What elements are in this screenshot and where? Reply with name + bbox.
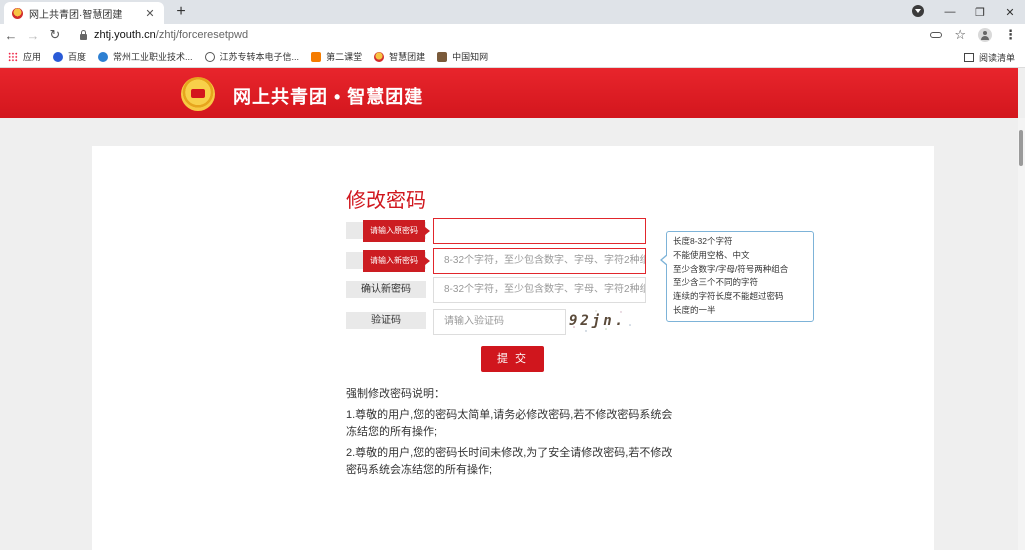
- reading-list-button[interactable]: 阅读清单: [963, 46, 1015, 68]
- bookmark-label: 应用: [23, 52, 42, 62]
- league-emblem-logo: [181, 77, 215, 111]
- notes-title: 强制修改密码说明：: [346, 388, 445, 400]
- bookmarks-bar: 应用 百度 常州工业职业技术... 江苏专转本电子信... 第二课堂 智慧团建 …: [0, 46, 1025, 68]
- bookmark-jiangsu[interactable]: 江苏专转本电子信...: [204, 50, 300, 63]
- bookmark-cnki[interactable]: 中国知网: [437, 50, 488, 63]
- address-bar[interactable]: zhtj.youth.cn/zhtj/forceresetpwd: [76, 26, 976, 44]
- forward-icon[interactable]: →: [22, 28, 44, 43]
- submit-button[interactable]: 提 交: [481, 346, 544, 372]
- url-host: zhtj.youth.cn: [94, 29, 156, 41]
- bookmark-school[interactable]: 常州工业职业技术...: [98, 50, 193, 63]
- rule-line: 至少含三个不同的字符: [673, 277, 759, 288]
- dk-icon: [311, 51, 322, 62]
- bookmark-label: 第二课堂: [326, 52, 363, 62]
- password-rules-tooltip: 长度8-32个字符 不能使用空格、中文 至少含数字/字母/符号两种组合 至少含三…: [660, 231, 814, 322]
- captcha-input[interactable]: 请输入验证码: [433, 309, 566, 335]
- back-icon[interactable]: ←: [0, 28, 22, 43]
- profile-avatar-icon[interactable]: [978, 28, 992, 42]
- key-icon[interactable]: [930, 32, 943, 38]
- close-window-button[interactable]: ✕: [995, 6, 1025, 19]
- new-password-error-tip: 请输入新密码: [363, 250, 430, 272]
- bookmark-star-icon[interactable]: ☆: [954, 27, 966, 43]
- lock-icon: [80, 30, 87, 40]
- tab-close-icon[interactable]: ✕: [144, 7, 156, 20]
- browser-toolbar: ← → ↻ zhtj.youth.cn/zhtj/forceresetpwd: [0, 24, 1025, 46]
- apps-icon: [8, 51, 18, 62]
- bookmark-apps[interactable]: 应用: [8, 50, 41, 63]
- site-header: 网上共青团 • 智慧团建: [0, 68, 1018, 118]
- confirm-password-input[interactable]: 8-32个字符，至少包含数字、字母、字符2种组: [433, 277, 646, 303]
- league-icon: [374, 51, 385, 62]
- browser-tab[interactable]: 网上共青团·智慧团建 ✕: [4, 2, 164, 24]
- globe-icon: [204, 51, 215, 62]
- restore-button[interactable]: ❐: [965, 6, 995, 19]
- browser-tab-strip: 网上共青团·智慧团建 ✕ + — ❐ ✕: [0, 0, 1025, 24]
- note-item: 1.尊敬的用户,您的密码太简单,请务必修改密码,若不修改密码系统会冻结您的所有操…: [346, 409, 673, 438]
- bookmark-dk[interactable]: 第二课堂: [311, 50, 362, 63]
- site-title: 网上共青团 • 智慧团建: [233, 87, 424, 107]
- minimize-button[interactable]: —: [935, 6, 965, 18]
- scrollbar-thumb[interactable]: [1019, 130, 1023, 166]
- toolbar-actions: ☆ ⋮: [930, 24, 1017, 46]
- bookmark-baidu[interactable]: 百度: [53, 50, 86, 63]
- rule-line: 不能使用空格、中文: [673, 249, 750, 260]
- note-item: 2.尊敬的用户,您的密码长时间未修改,为了安全请修改密码,若不修改密码系统会冻结…: [346, 447, 673, 476]
- confirm-password-label: 确认新密码: [346, 281, 426, 298]
- new-password-input[interactable]: 8-32个字符，至少包含数字、字母、字符2种组: [433, 248, 646, 274]
- rule-line: 连续的字符长度不能超过密码: [673, 291, 784, 302]
- bookmark-label: 常州工业职业技术...: [113, 52, 193, 62]
- bookmark-label: 百度: [68, 52, 87, 62]
- captcha-text: 92jn.: [569, 313, 626, 329]
- page-scrollbar[interactable]: [1018, 118, 1025, 550]
- old-password-input[interactable]: [433, 218, 646, 244]
- reset-notes: 强制修改密码说明： 1.尊敬的用户,您的密码太简单,请务必修改密码,若不修改密码…: [346, 386, 681, 483]
- reading-list-icon: [963, 52, 974, 62]
- bookmark-label: 智慧团建: [389, 52, 426, 62]
- url-path: /zhtj/forceresetpwd: [155, 29, 249, 41]
- window-controls: — ❐ ✕: [935, 0, 1025, 24]
- cnki-icon: [437, 51, 448, 62]
- bookmark-zhtj[interactable]: 智慧团建: [374, 50, 425, 63]
- baidu-icon: [53, 51, 64, 62]
- captcha-label: 验证码: [346, 312, 426, 329]
- captcha-image[interactable]: 92jn.: [566, 307, 638, 335]
- bookmark-label: 江苏专转本电子信...: [219, 52, 300, 62]
- reload-icon[interactable]: ↻: [44, 27, 66, 43]
- rule-line: 长度的一半: [673, 304, 716, 315]
- old-password-error-tip: 请输入原密码: [363, 220, 430, 242]
- school-icon: [98, 51, 109, 62]
- page-title: 修改密码: [346, 190, 426, 212]
- league-favicon-icon: [12, 7, 23, 19]
- menu-kebab-icon[interactable]: ⋮: [1004, 27, 1017, 43]
- reading-list-label: 阅读清单: [978, 52, 1015, 63]
- tab-search-icon[interactable]: [912, 5, 924, 17]
- bookmark-label: 中国知网: [452, 52, 489, 62]
- rule-line: 长度8-32个字符: [673, 236, 733, 246]
- rule-line: 至少含数字/字母/符号两种组合: [673, 263, 789, 274]
- tab-title: 网上共青团·智慧团建: [29, 9, 123, 21]
- new-tab-button[interactable]: +: [172, 2, 190, 22]
